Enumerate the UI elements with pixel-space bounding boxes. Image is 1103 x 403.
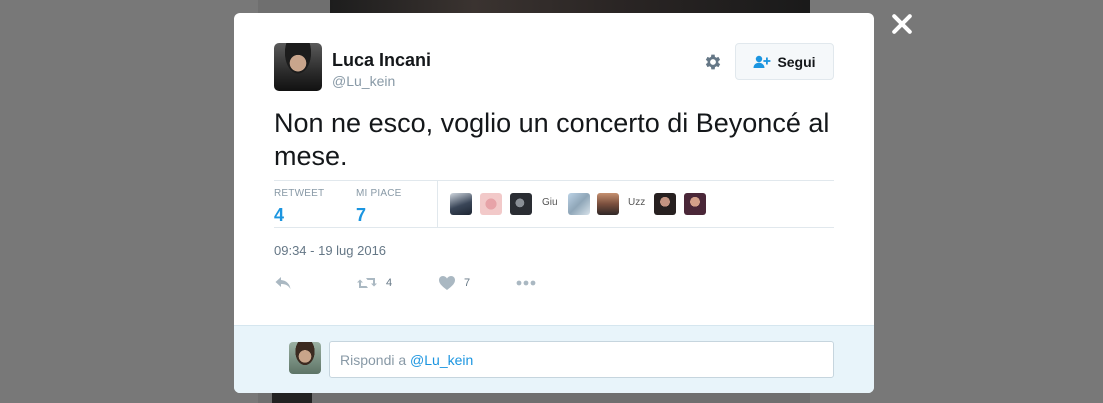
retweet-stat-value: 4 [274, 205, 285, 225]
user-avatar [289, 342, 321, 374]
follow-button[interactable]: Segui [735, 43, 834, 80]
like-action[interactable]: 7 [438, 275, 470, 291]
likes-stat-value: 7 [356, 205, 367, 225]
liker-avatar[interactable] [684, 193, 706, 215]
author-handle[interactable]: @Lu_kein [332, 73, 395, 89]
reply-placeholder-mention: @Lu_kein [410, 352, 474, 368]
more-icon [516, 280, 536, 286]
liker-name[interactable]: Giu [542, 197, 558, 208]
stats-separator [437, 181, 438, 228]
retweet-action[interactable]: 4 [356, 275, 392, 291]
author-name[interactable]: Luca Incani [332, 50, 431, 71]
retweet-icon [357, 278, 377, 288]
liker-avatar[interactable] [654, 193, 676, 215]
close-icon[interactable] [889, 11, 915, 37]
liker-avatar[interactable] [568, 193, 590, 215]
background-element [272, 393, 312, 403]
follow-user-icon [753, 55, 771, 68]
liker-avatar[interactable] [510, 193, 532, 215]
tweet-modal: Luca Incani @Lu_kein Segui Non ne esco, … [234, 13, 874, 393]
tweet-timestamp[interactable]: 09:34 - 19 lug 2016 [274, 243, 386, 258]
retweet-count: 4 [386, 277, 393, 289]
likes-stat-label: MI PIACE [356, 188, 402, 199]
liker-avatar[interactable] [450, 193, 472, 215]
tweet-text: Non ne esco, voglio un concerto di Beyon… [274, 108, 830, 171]
like-count: 7 [464, 277, 471, 289]
retweet-stat-label: RETWEET [274, 188, 325, 199]
reply-area: Rispondi a @Lu_kein [234, 325, 874, 393]
likes-stat[interactable]: MI PIACE 7 [356, 188, 402, 226]
gear-icon[interactable] [703, 52, 723, 72]
reply-icon [275, 277, 291, 289]
liker-name[interactable]: Uzz [628, 197, 645, 208]
follow-button-label: Segui [777, 53, 816, 70]
more-action[interactable] [515, 275, 537, 291]
liker-avatar[interactable] [597, 193, 619, 215]
retweet-stat[interactable]: RETWEET 4 [274, 188, 324, 226]
heart-icon [439, 276, 455, 290]
liker-avatar[interactable] [480, 193, 502, 215]
reply-placeholder-prefix: Rispondi a [340, 352, 411, 368]
background-media [330, 0, 810, 14]
reply-action[interactable] [274, 275, 292, 291]
divider [274, 180, 834, 181]
reply-input[interactable]: Rispondi a @Lu_kein [329, 341, 834, 378]
author-avatar[interactable] [274, 43, 322, 91]
divider [274, 227, 834, 228]
